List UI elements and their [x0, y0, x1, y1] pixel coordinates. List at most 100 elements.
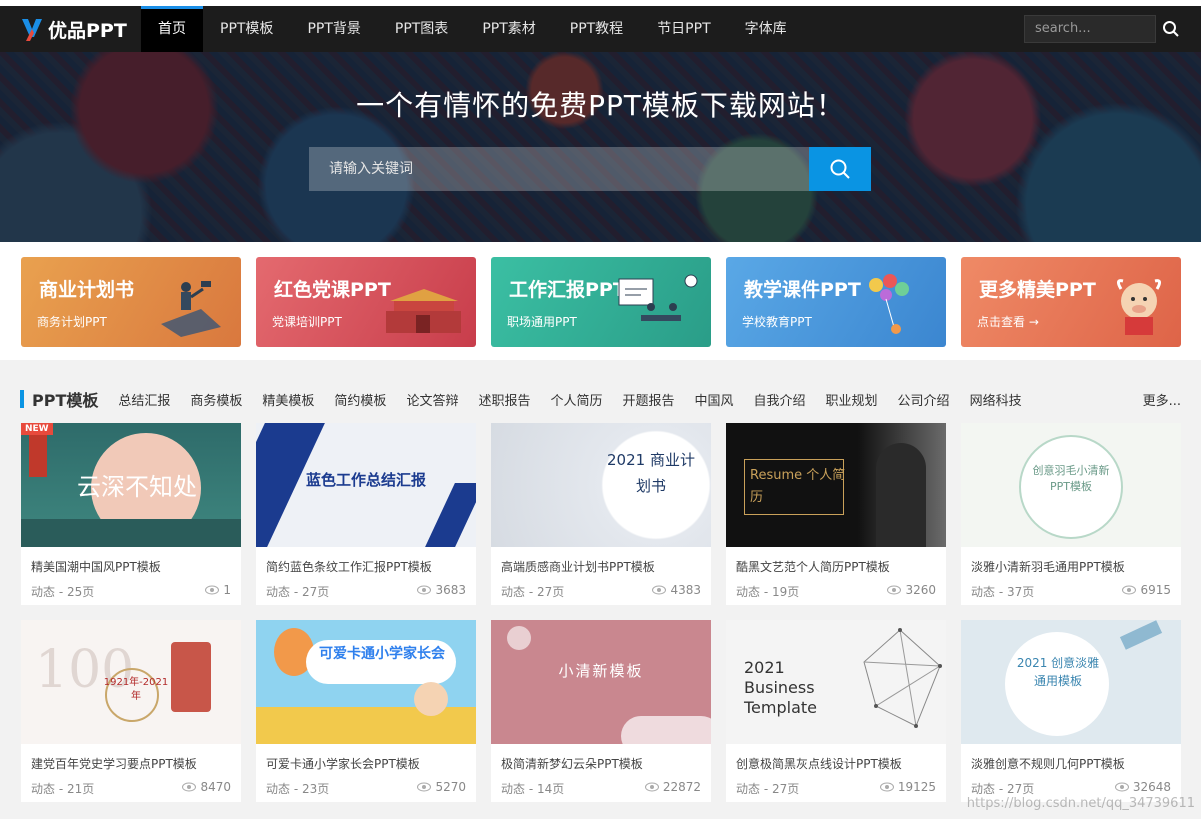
view-count-value: 4383 — [670, 583, 701, 597]
nav-item-ppt-materials[interactable]: PPT素材 — [465, 6, 552, 52]
view-count: 6915 — [1122, 583, 1171, 597]
polygon-art-icon — [863, 628, 942, 728]
template-title[interactable]: 创意极简黑灰点线设计PPT模板 — [736, 755, 902, 772]
more-link[interactable]: 更多... — [1143, 390, 1181, 409]
category-subtitle: 商务计划PPT — [37, 315, 107, 329]
template-meta: 动态 - 19页 — [736, 585, 800, 599]
category-more-ppt[interactable]: 更多精美PPT 点击查看 → — [961, 257, 1181, 347]
eye-icon — [644, 782, 659, 792]
template-title[interactable]: 淡雅创意不规则几何PPT模板 — [971, 755, 1125, 772]
nav-item-ppt-templates[interactable]: PPT模板 — [203, 6, 290, 52]
eye-icon — [417, 782, 432, 792]
thumbnail-text: Resume 个人简历 — [750, 468, 846, 505]
template-card[interactable]: 创意羽毛小清新PPT模板 淡雅小清新羽毛通用PPT模板 动态 - 37页 691… — [961, 423, 1181, 605]
template-meta: 动态 - 25页 — [31, 585, 95, 599]
tag-simple-template[interactable]: 简约模板 — [334, 390, 386, 409]
tag-self-intro[interactable]: 自我介绍 — [754, 390, 806, 409]
tag-thesis-defense[interactable]: 论文答辩 — [406, 390, 458, 409]
hero-search-button[interactable] — [809, 147, 871, 191]
tag-career-planning[interactable]: 职业规划 — [826, 390, 878, 409]
thumbnail-text: 创意羽毛小清新PPT模板 — [1032, 464, 1110, 493]
thumbnail-text: 2021 创意淡雅通用模板 — [1016, 656, 1100, 688]
tag-work-report[interactable]: 述职报告 — [478, 390, 530, 409]
template-meta: 动态 - 21页 — [31, 782, 95, 796]
template-meta: 动态 - 27页 — [266, 585, 330, 599]
tag-resume[interactable]: 个人简历 — [550, 390, 602, 409]
template-title[interactable]: 建党百年党史学习要点PPT模板 — [31, 755, 197, 772]
template-thumbnail[interactable]: 创意羽毛小清新PPT模板 — [961, 423, 1181, 547]
template-title[interactable]: 高端质感商业计划书PPT模板 — [501, 558, 655, 575]
view-count: 3260 — [887, 583, 936, 597]
businessman-illustration-icon — [161, 281, 221, 337]
tag-network-tech[interactable]: 网络科技 — [970, 390, 1022, 409]
template-title[interactable]: 极简清新梦幻云朵PPT模板 — [501, 755, 643, 772]
template-title[interactable]: 淡雅小清新羽毛通用PPT模板 — [971, 558, 1125, 575]
view-count: 5270 — [417, 780, 466, 794]
template-thumbnail[interactable]: 小清新模板 — [491, 620, 711, 744]
eye-icon — [887, 585, 902, 595]
search-icon — [830, 159, 850, 179]
template-card[interactable]: 2021 创意淡雅通用模板 淡雅创意不规则几何PPT模板 动态 - 27页 32… — [961, 620, 1181, 802]
balloons-illustration-icon — [869, 274, 909, 334]
template-card[interactable]: 2021 Business Template 创意极简黑灰点线设计PPT模板 动… — [726, 620, 946, 802]
category-party-lesson[interactable]: 红色党课PPT 党课培训PPT — [256, 257, 476, 347]
template-section-header: PPT模板 总结汇报 商务模板 精美模板 简约模板 论文答辩 述职报告 个人简历… — [20, 385, 1181, 413]
template-card[interactable]: 云深不知处 NEW 精美国潮中国风PPT模板 动态 - 25页 1 — [21, 423, 241, 605]
nav-item-ppt-charts[interactable]: PPT图表 — [378, 6, 465, 52]
template-thumbnail[interactable]: 2021 商业计划书 — [491, 423, 711, 547]
template-thumbnail[interactable]: 云深不知处 NEW — [21, 423, 241, 547]
nav-search-input[interactable]: search... — [1024, 15, 1156, 43]
eye-icon — [417, 585, 432, 595]
template-card[interactable]: 2021 商业计划书 高端质感商业计划书PPT模板 动态 - 27页 4383 — [491, 423, 711, 605]
tag-company-intro[interactable]: 公司介绍 — [898, 390, 950, 409]
category-business-plan[interactable]: 商业计划书 商务计划PPT — [21, 257, 241, 347]
template-card[interactable]: 小清新模板 极简清新梦幻云朵PPT模板 动态 - 14页 22872 — [491, 620, 711, 802]
view-count: 1 — [205, 583, 231, 597]
category-title: 商业计划书 — [39, 279, 135, 301]
view-count-value: 3683 — [435, 583, 466, 597]
nav-item-fonts[interactable]: 字体库 — [728, 6, 804, 52]
hero-title: 一个有情怀的免费PPT模板下载网站！ — [356, 89, 845, 122]
template-thumbnail[interactable]: Resume 个人简历 — [726, 423, 946, 547]
template-title[interactable]: 酷黑文艺范个人简历PPT模板 — [736, 558, 890, 575]
tag-summary-report[interactable]: 总结汇报 — [118, 390, 170, 409]
template-meta: 动态 - 27页 — [736, 782, 800, 796]
nav-item-home[interactable]: 首页 — [141, 6, 203, 52]
template-title[interactable]: 简约蓝色条纹工作汇报PPT模板 — [266, 558, 432, 575]
template-thumbnail[interactable]: 2021 Business Template — [726, 620, 946, 744]
category-work-report[interactable]: 工作汇报PPT 职场通用PPT — [491, 257, 711, 347]
template-meta: 动态 - 27页 — [971, 782, 1035, 796]
top-navbar: 优品PPT 首页 PPT模板 PPT背景 PPT图表 PPT素材 PPT教程 节… — [0, 6, 1201, 52]
category-subtitle: 党课培训PPT — [272, 315, 342, 329]
tag-fine-template[interactable]: 精美模板 — [262, 390, 314, 409]
search-icon[interactable] — [1162, 20, 1180, 38]
tiananmen-illustration-icon — [386, 289, 461, 333]
nav-menu: 首页 PPT模板 PPT背景 PPT图表 PPT素材 PPT教程 节日PPT 字… — [141, 6, 804, 52]
nav-item-holiday-ppt[interactable]: 节日PPT — [640, 6, 727, 52]
template-title[interactable]: 精美国潮中国风PPT模板 — [31, 558, 161, 575]
template-card[interactable]: 100 1921年-2021年 建党百年党史学习要点PPT模板 动态 - 21页… — [21, 620, 241, 802]
nav-item-ppt-tutorials[interactable]: PPT教程 — [553, 6, 640, 52]
template-thumbnail[interactable]: 2021 创意淡雅通用模板 — [961, 620, 1181, 744]
tag-business-template[interactable]: 商务模板 — [190, 390, 242, 409]
template-thumbnail[interactable]: 100 1921年-2021年 — [21, 620, 241, 744]
tag-proposal-report[interactable]: 开题报告 — [622, 390, 674, 409]
template-title[interactable]: 可爱卡通小学家长会PPT模板 — [266, 755, 420, 772]
view-count-value: 1 — [223, 583, 231, 597]
template-meta: 动态 - 37页 — [971, 585, 1035, 599]
hero-search-input[interactable]: 请输入关键词 — [309, 147, 809, 191]
template-card[interactable]: 蓝色工作总结汇报 简约蓝色条纹工作汇报PPT模板 动态 - 27页 3683 — [256, 423, 476, 605]
template-thumbnail[interactable]: 蓝色工作总结汇报 — [256, 423, 476, 547]
thumbnail-text: 1921年-2021年 — [103, 677, 169, 702]
view-count-value: 22872 — [662, 780, 701, 794]
site-logo[interactable]: 优品PPT — [20, 14, 127, 44]
nav-item-ppt-backgrounds[interactable]: PPT背景 — [290, 6, 377, 52]
template-card[interactable]: Resume 个人简历 酷黑文艺范个人简历PPT模板 动态 - 19页 3260 — [726, 423, 946, 605]
view-count-value: 32648 — [1132, 780, 1171, 794]
template-thumbnail[interactable]: 可爱卡通小学家长会 — [256, 620, 476, 744]
template-meta: 动态 - 27页 — [501, 585, 565, 599]
eye-icon — [879, 782, 894, 792]
template-card[interactable]: 可爱卡通小学家长会 可爱卡通小学家长会PPT模板 动态 - 23页 5270 — [256, 620, 476, 802]
category-teaching-courseware[interactable]: 教学课件PPT 学校教育PPT — [726, 257, 946, 347]
tag-chinese-style[interactable]: 中国风 — [695, 390, 734, 409]
